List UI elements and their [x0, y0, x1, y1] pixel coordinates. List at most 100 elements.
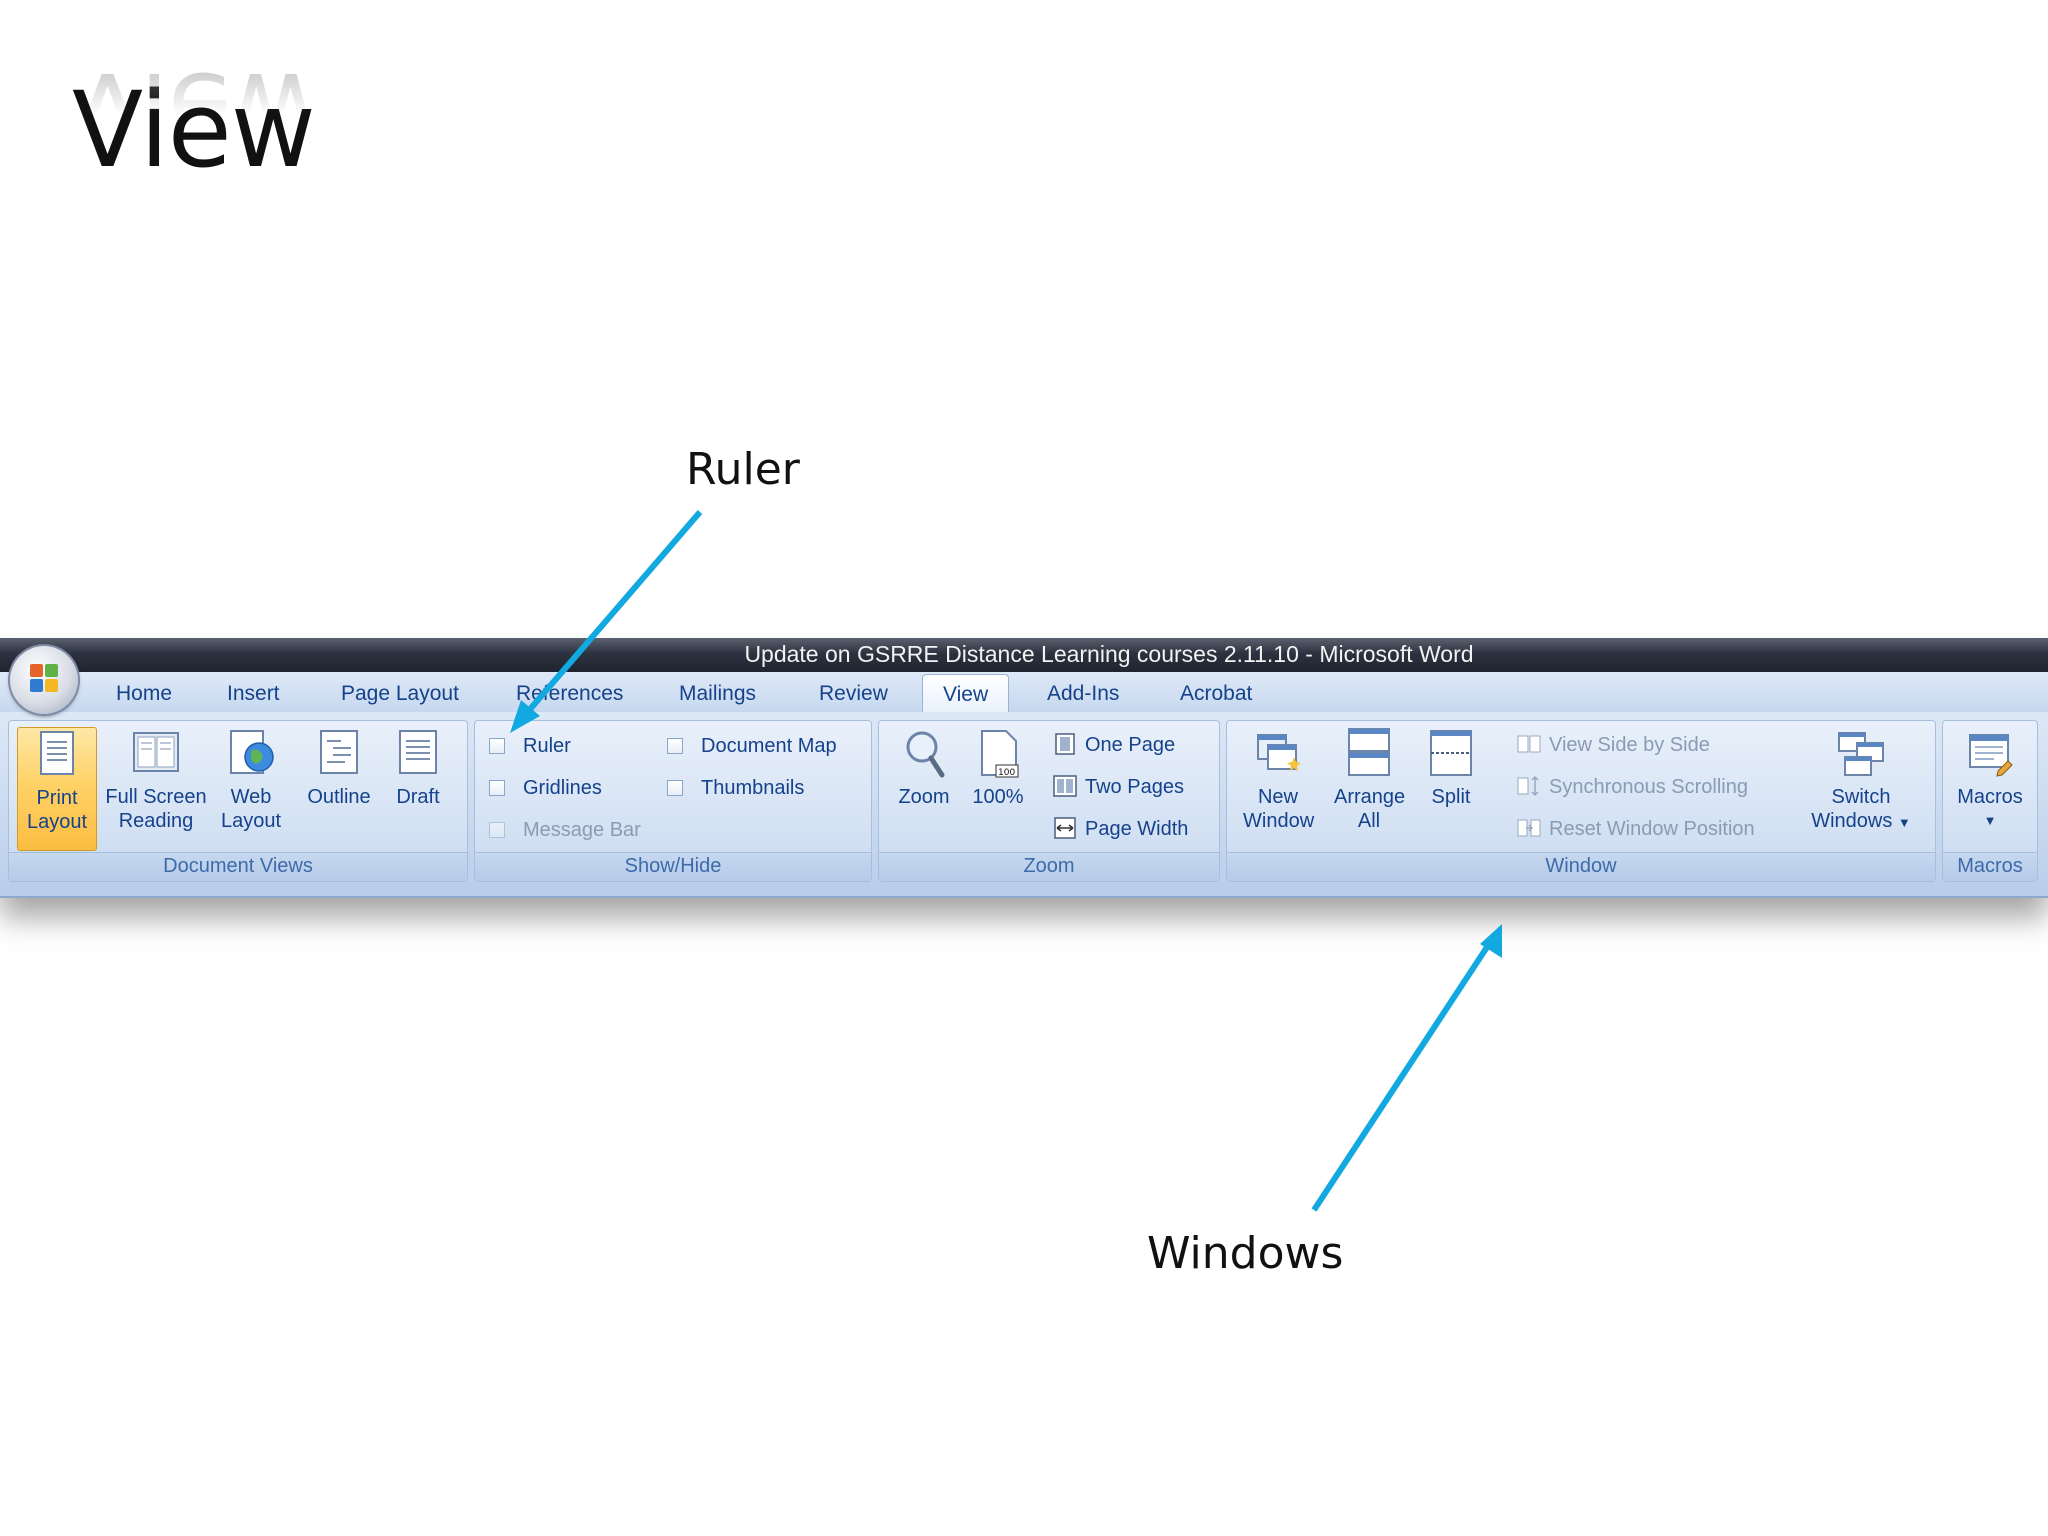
split-icon: [1430, 730, 1472, 776]
two-pages-label: Two Pages: [1085, 776, 1184, 798]
two-pages-button[interactable]: Two Pages: [1053, 775, 1184, 799]
new-window-icon: [1257, 734, 1301, 771]
zoom-label: Zoom: [898, 786, 950, 808]
windows-annotation: Windows: [1147, 1228, 1344, 1279]
thumbnails-label: Thumbnails: [701, 777, 805, 799]
full-screen-reading-button[interactable]: Full Screen Reading: [101, 727, 211, 833]
arrange-all-label: Arrange All: [1334, 786, 1406, 832]
ribbon-tabs: Home Insert Page Layout References Maili…: [0, 672, 2048, 712]
side-by-side-icon: [1517, 735, 1541, 753]
outline-label: Outline: [307, 786, 371, 808]
view-side-by-side-label: View Side by Side: [1549, 734, 1710, 756]
arrange-all-icon: [1348, 728, 1390, 776]
document-map-checkbox[interactable]: Document Map: [667, 735, 837, 758]
window-title: Update on GSRRE Distance Learning course…: [744, 641, 1474, 667]
print-layout-label: Print Layout: [27, 787, 88, 833]
tab-add-ins[interactable]: Add-Ins: [1047, 682, 1119, 706]
document-map-checkbox-box: [667, 738, 683, 754]
title-bar: Update on GSRRE Distance Learning course…: [0, 638, 2048, 672]
slide-title: View: [72, 69, 316, 191]
document-map-label: Document Map: [701, 735, 837, 757]
gridlines-checkbox[interactable]: Gridlines: [489, 777, 602, 800]
reset-window-position-button: Reset Window Position: [1517, 817, 1755, 841]
page-100-icon: 100: [981, 730, 1019, 778]
zoom-group-label: Zoom: [879, 852, 1219, 881]
outline-icon: [320, 730, 358, 774]
page-width-button[interactable]: Page Width: [1053, 817, 1188, 841]
switch-windows-label: Switch Windows ▼: [1803, 785, 1919, 835]
gridlines-checkbox-box: [489, 780, 505, 796]
web-layout-button[interactable]: Web Layout: [215, 727, 287, 833]
full-screen-reading-label: Full Screen Reading: [105, 786, 207, 832]
zoom-100-button[interactable]: 100 100%: [967, 727, 1029, 809]
macros-group-label: Macros: [1943, 852, 2037, 881]
tab-page-layout[interactable]: Page Layout: [341, 682, 459, 706]
message-bar-label: Message Bar: [523, 819, 641, 841]
gridlines-label: Gridlines: [523, 777, 602, 799]
ruler-checkbox-box: [489, 738, 505, 754]
synchronous-scrolling-icon: [1517, 775, 1539, 797]
reset-window-position-icon: [1517, 819, 1541, 837]
show-hide-group-label: Show/Hide: [475, 852, 871, 881]
windows-arrow: [1311, 936, 1496, 1212]
one-page-button[interactable]: One Page: [1053, 733, 1175, 757]
macros-icon: [1969, 734, 2013, 777]
switch-windows-button[interactable]: Switch Windows ▼: [1801, 727, 1921, 835]
zoom-100-label: 100%: [972, 786, 1024, 808]
draft-icon: [399, 730, 437, 774]
ruler-annotation: Ruler: [686, 444, 800, 495]
switch-windows-icon: [1838, 732, 1884, 776]
office-logo-icon: [30, 664, 58, 694]
tab-references[interactable]: References: [516, 682, 623, 706]
ribbon: Print Layout Full Screen Reading Web Lay…: [0, 712, 2048, 898]
web-layout-label: Web Layout: [221, 786, 282, 832]
thumbnails-checkbox[interactable]: Thumbnails: [667, 777, 804, 800]
page-width-icon: [1054, 817, 1076, 839]
reset-window-position-label: Reset Window Position: [1549, 818, 1755, 840]
window-group: New Window Arrange All Split View Side b…: [1226, 720, 1936, 882]
macros-dropdown-arrow-icon: ▼: [1983, 813, 1997, 828]
ruler-checkbox[interactable]: Ruler: [489, 735, 571, 758]
split-button[interactable]: Split: [1419, 727, 1483, 809]
page-width-label: Page Width: [1085, 818, 1189, 840]
tab-view[interactable]: View: [922, 674, 1010, 712]
thumbnails-checkbox-box: [667, 780, 683, 796]
macros-group: Macros ▼ Macros: [1942, 720, 2038, 882]
one-page-icon: [1055, 733, 1075, 755]
new-window-button[interactable]: New Window: [1237, 727, 1319, 833]
office-button[interactable]: [10, 646, 78, 714]
word-window: Update on GSRRE Distance Learning course…: [0, 638, 2048, 898]
arrange-all-button[interactable]: Arrange All: [1327, 727, 1411, 833]
view-side-by-side-button: View Side by Side: [1517, 733, 1710, 757]
document-views-group: Print Layout Full Screen Reading Web Lay…: [8, 720, 468, 882]
tab-home[interactable]: Home: [116, 682, 172, 706]
window-group-label: Window: [1227, 852, 1935, 881]
zoom-button[interactable]: Zoom: [893, 727, 955, 809]
message-bar-checkbox-box: [489, 822, 505, 838]
outline-button[interactable]: Outline: [299, 727, 379, 809]
new-window-label: New Window: [1243, 786, 1315, 832]
print-layout-button[interactable]: Print Layout: [17, 727, 97, 851]
synchronous-scrolling-label: Synchronous Scrolling: [1549, 776, 1748, 798]
macros-label: Macros: [1957, 786, 2023, 808]
split-label: Split: [1431, 786, 1471, 808]
draft-label: Draft: [396, 786, 440, 808]
message-bar-checkbox: Message Bar: [489, 819, 641, 842]
switch-windows-text: Switch Windows: [1811, 786, 1893, 832]
windows-arrowhead: [1480, 924, 1502, 958]
two-pages-icon: [1053, 775, 1077, 797]
tab-review[interactable]: Review: [819, 682, 888, 706]
zoom-group: Zoom 100 100% One Page Two Pages Page Wi…: [878, 720, 1220, 882]
macros-button[interactable]: Macros ▼: [1949, 727, 2031, 833]
print-layout-icon: [40, 731, 74, 775]
show-hide-group: Ruler Gridlines Message Bar Document Map…: [474, 720, 872, 882]
tab-insert[interactable]: Insert: [227, 682, 280, 706]
tab-acrobat[interactable]: Acrobat: [1180, 682, 1252, 706]
one-page-label: One Page: [1085, 734, 1176, 756]
draft-button[interactable]: Draft: [387, 727, 449, 809]
magnifier-icon: [906, 731, 945, 778]
tab-mailings[interactable]: Mailings: [679, 682, 756, 706]
ruler-label: Ruler: [523, 735, 571, 757]
svg-text:100: 100: [998, 768, 1015, 778]
dropdown-arrow-icon: ▼: [1897, 815, 1911, 830]
